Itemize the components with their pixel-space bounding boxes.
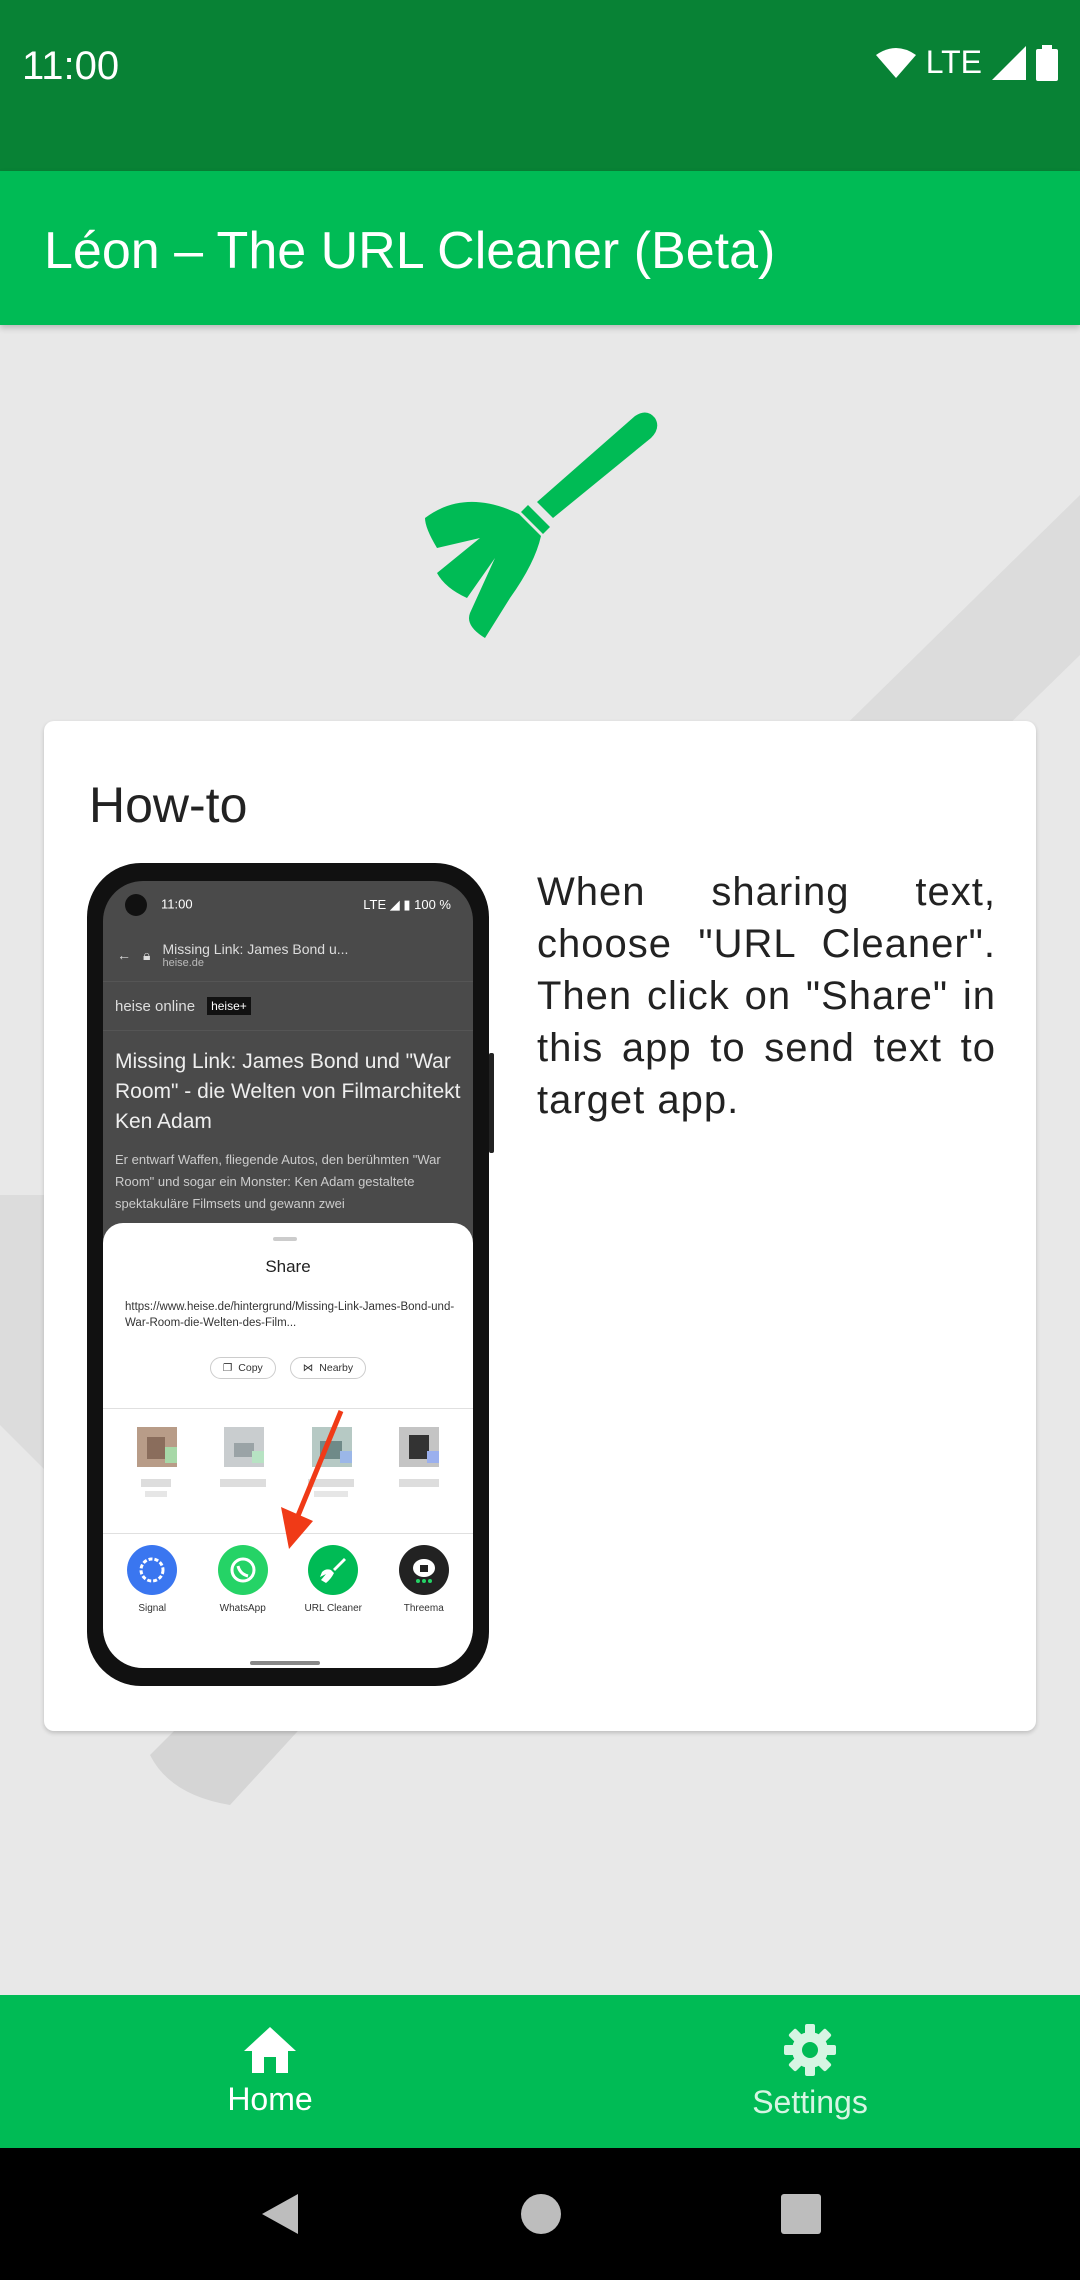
share-app-label: WhatsApp: [219, 1603, 266, 1614]
share-chips: ❐ Copy ⋈ Nearby: [103, 1357, 473, 1379]
copy-chip: ❐ Copy: [209, 1357, 276, 1379]
signal-icon: [992, 45, 1026, 80]
share-title: Share: [265, 1257, 311, 1276]
recents-icon[interactable]: [780, 2193, 822, 2235]
nav-settings-label: Settings: [752, 2084, 868, 2120]
share-app-signal: Signal: [112, 1545, 192, 1614]
bottom-navigation: Home Settings: [0, 1995, 1080, 2148]
app-bar: Léon – The URL Cleaner (Beta): [0, 171, 1080, 325]
phone-screen: 11:00 LTE ◢ ▮ 100 % ← 🔒︎ Missing Link: J…: [103, 881, 473, 1668]
network-type: LTE: [925, 44, 982, 80]
share-apps-row: Signal WhatsApp URL Cleaner Threema: [103, 1545, 473, 1614]
phone-status-time: 11:00: [161, 896, 193, 912]
phone-url-title: Missing Link: James Bond u...: [162, 941, 349, 957]
phone-side-button: [489, 1053, 494, 1153]
battery-icon: [1036, 44, 1058, 81]
share-app-label: Signal: [138, 1603, 167, 1614]
phone-site-header: heise online heise+: [103, 981, 473, 1031]
back-arrow-icon: ←: [117, 947, 131, 963]
app-title: Léon – The URL Cleaner (Beta): [44, 222, 776, 280]
lock-icon: 🔒︎: [143, 946, 151, 963]
contact-avatar: [391, 1423, 447, 1513]
phone-status-bar: 11:00 LTE ◢ ▮ 100 %: [103, 881, 473, 929]
threema-app-icon: [398, 1545, 449, 1595]
signal-app-icon: [127, 1545, 178, 1595]
share-app-url-cleaner: URL Cleaner: [293, 1545, 373, 1614]
phone-mockup: 11:00 LTE ◢ ▮ 100 % ← 🔒︎ Missing Link: J…: [87, 863, 494, 1686]
card-title: How-to: [89, 777, 248, 833]
wifi-icon: [875, 47, 916, 78]
contact-avatar: [129, 1423, 185, 1513]
share-app-threema: Threema: [384, 1545, 464, 1614]
nearby-icon: ⋈: [302, 1362, 314, 1374]
status-bar: 11:00 LTE: [0, 0, 1080, 171]
nav-settings[interactable]: Settings: [540, 1995, 1080, 2148]
nav-home-label: Home: [227, 2081, 313, 2117]
broom-icon: [425, 412, 658, 638]
phone-nav-pill: [250, 1661, 320, 1665]
nearby-chip: ⋈ Nearby: [289, 1357, 367, 1379]
how-to-text: When sharing text, choose "URL Cleaner".…: [537, 870, 996, 1122]
how-to-card: How-to 11:00 LTE ◢ ▮ 100 % ← 🔒︎ Missing …: [44, 721, 1036, 1731]
copy-icon: ❐: [222, 1362, 233, 1374]
share-url: https://www.heise.de/hintergrund/Missing…: [125, 1301, 455, 1329]
status-icons: LTE: [875, 44, 1058, 81]
copy-label: Copy: [238, 1362, 263, 1374]
system-navigation-bar: [0, 2148, 1080, 2280]
nearby-label: Nearby: [319, 1362, 354, 1374]
back-icon[interactable]: [258, 2190, 302, 2238]
gear-icon: [784, 2024, 836, 2076]
share-sheet: Share https://www.heise.de/hintergrund/M…: [103, 1223, 473, 1668]
phone-url-bar: ← 🔒︎ Missing Link: James Bond u... heise…: [103, 929, 473, 981]
share-app-label: Threema: [403, 1603, 444, 1614]
nav-home[interactable]: Home: [0, 1995, 540, 2148]
home-icon: [244, 2027, 296, 2073]
share-app-whatsapp: WhatsApp: [203, 1545, 283, 1614]
home-circle-icon[interactable]: [519, 2192, 563, 2236]
phone-headline: Missing Link: James Bond und "War Room" …: [115, 1050, 461, 1133]
phone-site-badge: heise+: [207, 997, 251, 1015]
phone-body-text: Er entwarf Waffen, fliegende Autos, den …: [115, 1152, 441, 1211]
share-app-label: URL Cleaner: [304, 1603, 362, 1614]
phone-site-name: heise online: [115, 997, 196, 1015]
sheet-handle: [273, 1237, 297, 1241]
status-time: 11:00: [22, 44, 120, 88]
phone-url-host: heise.de: [162, 957, 205, 969]
red-arrow-icon: [281, 1410, 344, 1549]
camera-icon: [125, 894, 147, 916]
phone-status-right: LTE ◢ ▮ 100 %: [363, 897, 451, 912]
